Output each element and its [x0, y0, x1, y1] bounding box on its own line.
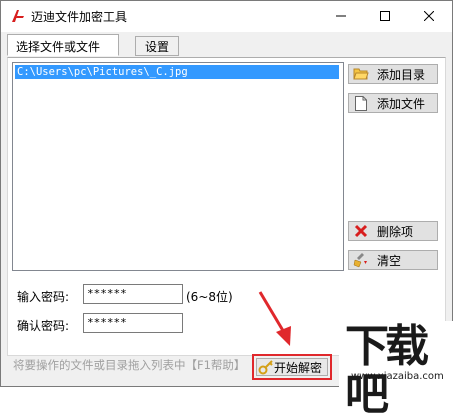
- file-list[interactable]: C:\Users\pc\Pictures\_C.jpg: [12, 62, 344, 271]
- maximize-button[interactable]: [363, 1, 407, 32]
- start-decrypt-button[interactable]: 开始解密: [252, 354, 332, 380]
- tab-settings[interactable]: 设置: [135, 36, 179, 56]
- minimize-icon: [336, 10, 346, 24]
- clear-button[interactable]: 清空: [348, 250, 438, 270]
- status-text: 将要操作的文件或目录拖入列表中【F1帮助】: [13, 358, 246, 372]
- delete-item-button[interactable]: 删除项: [348, 221, 438, 241]
- password-hint: (6~8位): [186, 290, 233, 304]
- close-button[interactable]: [407, 1, 451, 32]
- delete-item-label: 删除项: [377, 224, 414, 239]
- clear-broom-icon: [353, 252, 369, 268]
- key-icon: [258, 359, 274, 375]
- folder-open-icon: [353, 66, 369, 82]
- minimize-button[interactable]: [319, 1, 363, 32]
- password-label: 输入密码:: [17, 290, 70, 304]
- add-directory-label: 添加目录: [377, 67, 426, 82]
- document-icon: [353, 95, 369, 111]
- title-bar: 迈迪文件加密工具: [1, 1, 452, 32]
- password-input[interactable]: ******: [83, 284, 183, 304]
- window-title: 迈迪文件加密工具: [31, 10, 128, 24]
- red-arrow-annotation: [258, 291, 291, 346]
- close-icon: [423, 10, 435, 24]
- tab-label: 设置: [144, 40, 169, 54]
- list-item-path: C:\Users\pc\Pictures\_C.jpg: [17, 66, 188, 78]
- watermark-logo: 下载吧 www.xiazaiba.com: [339, 321, 453, 419]
- delete-x-icon: [353, 223, 369, 239]
- confirm-password-label: 确认密码:: [17, 319, 70, 333]
- start-decrypt-label: 开始解密: [274, 360, 323, 375]
- tab-select-files[interactable]: 选择文件或文件夹: [7, 34, 119, 78]
- add-directory-button[interactable]: 添加目录: [348, 64, 438, 84]
- app-logo-icon: [10, 8, 26, 24]
- add-file-button[interactable]: 添加文件: [348, 93, 438, 113]
- add-file-label: 添加文件: [377, 96, 426, 111]
- clear-label: 清空: [377, 253, 402, 268]
- list-item[interactable]: C:\Users\pc\Pictures\_C.jpg: [15, 65, 339, 79]
- main-window: 迈迪文件加密工具 选择文件或文件夹 设置 C:\Users\pc\Picture…: [0, 0, 453, 419]
- maximize-icon: [380, 10, 390, 24]
- confirm-password-input[interactable]: ******: [83, 313, 183, 333]
- watermark-site: www.xiazaiba.com: [351, 371, 444, 382]
